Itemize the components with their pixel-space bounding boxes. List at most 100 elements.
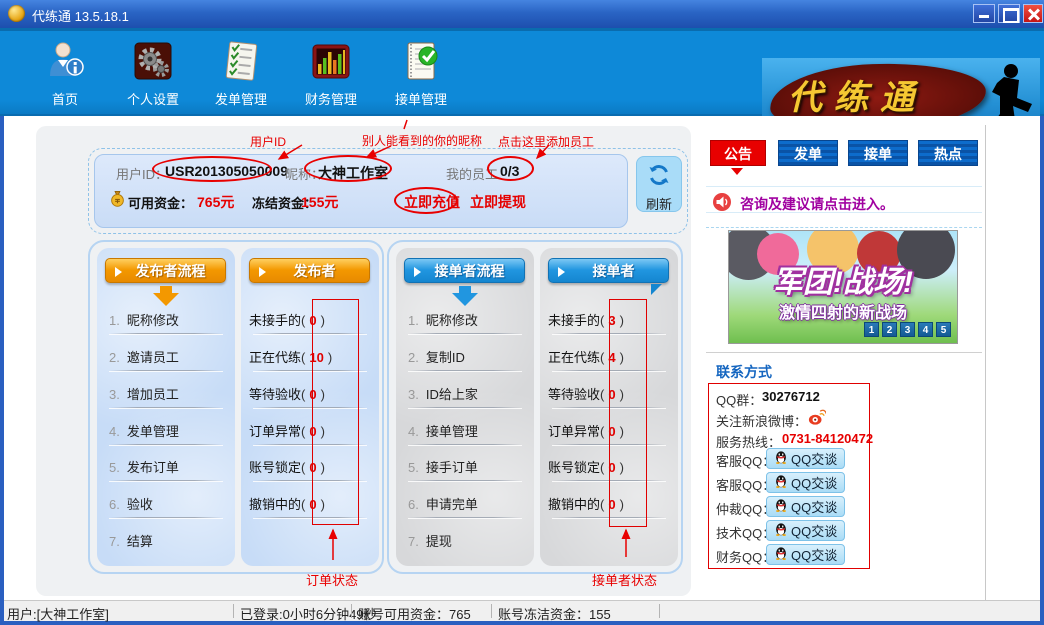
status-count: 0 bbox=[604, 387, 619, 402]
step-text: 发布订单 bbox=[127, 460, 179, 475]
publisher-status-card: 发布者 未接手的(0) 正在代练(10) 等待验收(0) 订单异常(0) 账号锁… bbox=[241, 248, 379, 566]
header-tail bbox=[651, 284, 662, 295]
tab-hot[interactable]: 热点 bbox=[918, 140, 978, 166]
annotation-order-status: 订单状态 bbox=[306, 570, 358, 589]
banner-page-2[interactable]: 2 bbox=[882, 322, 897, 337]
status-row[interactable]: 撤销中的(0) bbox=[249, 494, 375, 513]
ad-banner[interactable]: 军团!战场! 激情四射的新战场 12345 bbox=[728, 230, 958, 344]
status-row[interactable]: 未接手的(0) bbox=[249, 310, 375, 329]
status-row[interactable]: 订单异常(0) bbox=[249, 421, 375, 440]
announcement-link[interactable]: 咨询及建议请点击进入。 bbox=[740, 194, 894, 214]
qq-chat-button[interactable]: QQ交谈 bbox=[766, 496, 845, 517]
banner-page-4[interactable]: 4 bbox=[918, 322, 933, 337]
status-count: 0 bbox=[604, 424, 619, 439]
tab-take-orders[interactable]: 接单 bbox=[848, 140, 908, 166]
taker-flow-header[interactable]: 接单者流程 bbox=[404, 258, 525, 283]
taker-flow-header-label: 接单者流程 bbox=[435, 263, 505, 279]
toolbar: 首页 个人设置 bbox=[0, 28, 1044, 116]
nav-finance-mgmt[interactable]: 财务管理 bbox=[292, 40, 370, 108]
step-number: 7. bbox=[408, 534, 419, 549]
down-arrow-icon bbox=[452, 286, 478, 306]
close-button[interactable] bbox=[1023, 4, 1043, 23]
status-count: 0 bbox=[305, 387, 320, 402]
status-count: 0 bbox=[604, 460, 619, 475]
qq-chat-button[interactable]: QQ交谈 bbox=[766, 448, 845, 469]
divider bbox=[253, 333, 367, 335]
publisher-flow-header[interactable]: 发布者流程 bbox=[105, 258, 226, 283]
divider bbox=[408, 370, 522, 372]
statusbar-login-time: 已登录:0小时6分钟49秒 bbox=[240, 604, 377, 623]
play-icon bbox=[259, 267, 266, 277]
publisher-flow-header-label: 发布者流程 bbox=[136, 263, 206, 279]
nav-finance-mgmt-label: 财务管理 bbox=[292, 89, 370, 108]
banner-page-1[interactable]: 1 bbox=[864, 322, 879, 337]
status-count: 0 bbox=[305, 497, 320, 512]
taker-status-header-label: 接单者 bbox=[593, 263, 635, 279]
flow-step: 5.发布订单 bbox=[109, 457, 229, 476]
qq-chat-button-label: QQ交谈 bbox=[791, 521, 837, 540]
flow-step: 1.昵称修改 bbox=[408, 310, 528, 329]
status-row[interactable]: 未接手的(3) bbox=[548, 310, 674, 329]
status-row[interactable]: 等待验收(0) bbox=[548, 384, 674, 403]
status-count: 0 bbox=[305, 424, 320, 439]
withdraw-link[interactable]: 立即提现 bbox=[470, 192, 526, 212]
divider bbox=[109, 407, 223, 409]
qq-chat-button[interactable]: QQ交谈 bbox=[766, 472, 845, 493]
status-label: 账号锁定 bbox=[249, 460, 301, 475]
publisher-status-header[interactable]: 发布者 bbox=[249, 258, 370, 283]
qq-chat-button[interactable]: QQ交谈 bbox=[766, 520, 845, 541]
annotation-nickname: 别人能看到的你的昵称 bbox=[362, 132, 482, 149]
taker-status-header[interactable]: 接单者 bbox=[548, 258, 669, 283]
qq-chat-button[interactable]: QQ交谈 bbox=[766, 544, 845, 565]
flow-step: 3.增加员工 bbox=[109, 384, 229, 403]
nav-personal-settings[interactable]: 个人设置 bbox=[114, 40, 192, 108]
annotation-taker-status: 接单者状态 bbox=[592, 570, 657, 589]
tab-announcements[interactable]: 公告 bbox=[710, 140, 766, 166]
step-number: 2. bbox=[408, 350, 419, 365]
sidebar-divider bbox=[706, 352, 982, 353]
nav-order-publish-mgmt[interactable]: 发单管理 bbox=[202, 40, 280, 108]
status-label: 正在代练 bbox=[249, 350, 301, 365]
status-row[interactable]: 等待验收(0) bbox=[249, 384, 375, 403]
divider bbox=[253, 407, 367, 409]
titlebar: 代练通 13.5.18.1 bbox=[0, 0, 1044, 28]
divider bbox=[253, 444, 367, 446]
banner-page-5[interactable]: 5 bbox=[936, 322, 951, 337]
statusbar-frozen-funds: 账号冻洁资金：155 bbox=[498, 604, 611, 623]
status-row[interactable]: 正在代练(4) bbox=[548, 347, 674, 366]
flow-step: 3.ID给上家 bbox=[408, 384, 528, 403]
status-row[interactable]: 订单异常(0) bbox=[548, 421, 674, 440]
staff-value[interactable]: 0/3 bbox=[500, 163, 519, 179]
money-bag-icon bbox=[109, 190, 126, 212]
flow-step: 2.复制ID bbox=[408, 347, 528, 366]
divider bbox=[109, 333, 223, 335]
nav-home[interactable]: 首页 bbox=[26, 40, 104, 108]
status-row[interactable]: 正在代练(10) bbox=[249, 347, 375, 366]
status-row[interactable]: 撤销中的(0) bbox=[548, 494, 674, 513]
step-number: 4. bbox=[109, 424, 120, 439]
annotation-user-id: 用户ID bbox=[250, 133, 286, 150]
status-row[interactable]: 账号锁定(0) bbox=[249, 457, 375, 476]
status-count: 10 bbox=[305, 350, 327, 365]
step-number: 6. bbox=[109, 497, 120, 512]
banner-page-3[interactable]: 3 bbox=[900, 322, 915, 337]
tab-publish-orders[interactable]: 发单 bbox=[778, 140, 838, 166]
maximize-button[interactable] bbox=[998, 4, 1020, 23]
divider bbox=[109, 480, 223, 482]
refresh-button[interactable]: 刷新 bbox=[636, 156, 682, 212]
divider bbox=[552, 480, 666, 482]
status-label: 等待验收 bbox=[249, 387, 301, 402]
flow-step: 6.申请完单 bbox=[408, 494, 528, 513]
available-funds-label: 可用资金： bbox=[128, 193, 193, 212]
status-row[interactable]: 账号锁定(0) bbox=[548, 457, 674, 476]
minimize-button[interactable] bbox=[973, 4, 995, 23]
step-text: 邀请员工 bbox=[127, 350, 179, 365]
weibo-icon[interactable] bbox=[808, 408, 826, 431]
play-icon bbox=[558, 267, 565, 277]
divider bbox=[408, 444, 522, 446]
step-text: 结算 bbox=[127, 534, 153, 549]
nav-order-taking-mgmt[interactable]: 接单管理 bbox=[382, 40, 460, 108]
speaker-icon[interactable] bbox=[712, 192, 732, 217]
divider bbox=[552, 333, 666, 335]
recharge-link[interactable]: 立即充值 bbox=[404, 192, 460, 212]
